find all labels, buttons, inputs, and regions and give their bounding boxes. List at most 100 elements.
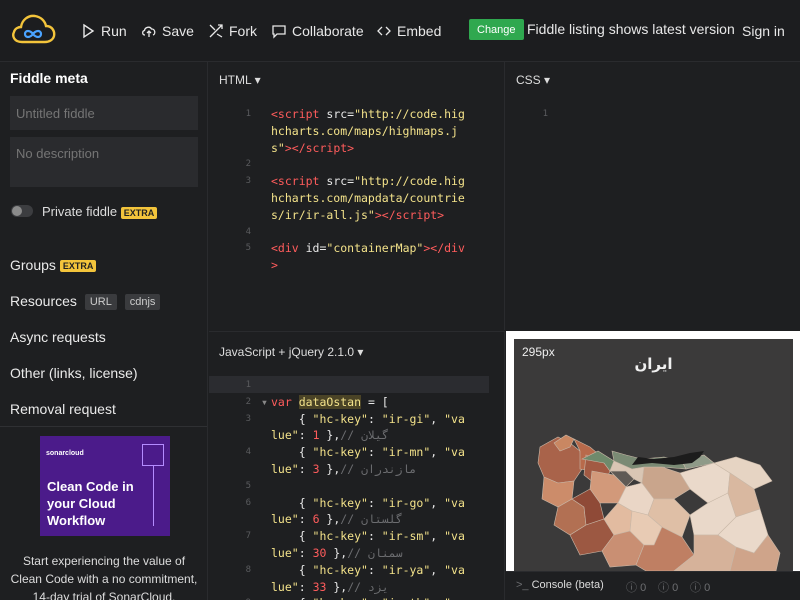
info-count: 0 — [672, 582, 679, 594]
line-number: 2 — [245, 396, 251, 407]
css-title-text: CSS — [516, 73, 541, 87]
line-number: 3 — [245, 413, 251, 424]
line-number: 8 — [245, 564, 251, 575]
ad-caption[interactable]: Start experiencing the value of Clean Co… — [0, 552, 207, 600]
jsfiddle-logo[interactable] — [10, 12, 56, 48]
fork-button[interactable]: Fork — [208, 20, 257, 42]
listing-notice: Fiddle listing shows latest version — [527, 21, 735, 37]
css-panel[interactable]: CSS ▾ 1 — [506, 62, 800, 330]
fiddle-description-input[interactable] — [10, 137, 198, 187]
info-icon: ⓘ — [658, 582, 669, 594]
iran-map[interactable] — [514, 339, 793, 571]
javascript-panel[interactable]: JavaScript + jQuery 2.1.0 ▾ 1 2 ▾ var da… — [209, 331, 505, 600]
sparkle-icon — [142, 444, 164, 466]
js-panel-title[interactable]: JavaScript + jQuery 2.1.0 ▾ — [219, 345, 363, 359]
code-line: lue": 3 },// مازندران — [271, 462, 417, 476]
log-count: 0 — [640, 582, 647, 594]
line-number: 2 — [245, 159, 251, 170]
code-line: > — [271, 258, 278, 273]
info-icon: ⓘ — [626, 582, 637, 594]
code-line: { "hc-key": "ir-th", "va — [271, 595, 465, 600]
result-panel[interactable]: 295px ایران — [506, 331, 800, 571]
ad-caption-line-1: Start experiencing the value of — [22, 554, 186, 568]
play-icon — [83, 23, 95, 39]
top-bar: Run Save Fork Collaborate Embed Change F… — [0, 0, 800, 62]
cdnjs-badge[interactable]: cdnjs — [124, 294, 161, 311]
line-number: 3 — [245, 176, 251, 187]
collaborate-label: Collaborate — [292, 23, 364, 39]
sidebar-item-resources[interactable]: Resources URL cdnjs — [10, 293, 161, 311]
line-number: 1 — [245, 109, 251, 119]
sidebar-item-groups[interactable]: Groups EXTRA — [10, 257, 97, 273]
code-line: s/ir/ir-all.js"></script> — [271, 207, 445, 222]
sonarcloud-ad[interactable]: sonarcloud Clean Code in your Cloud Work… — [40, 436, 170, 536]
code-line: s"></script> — [271, 140, 355, 155]
console-toggle[interactable]: >_ Console (beta) — [516, 579, 604, 591]
fold-arrow-icon[interactable]: ▾ — [261, 394, 268, 411]
console-count-debug[interactable]: ⓘ 0 — [690, 579, 710, 595]
debug-icon: ⓘ — [690, 582, 701, 594]
code-line: { "hc-key": "ir-gi", "va — [271, 411, 465, 426]
chat-icon — [272, 25, 286, 39]
line-number: 6 — [245, 497, 251, 508]
private-toggle[interactable] — [11, 205, 33, 217]
code-line: hcharts.com/mapdata/countrie — [271, 191, 465, 205]
line-number: 5 — [245, 243, 251, 254]
fork-label: Fork — [229, 23, 257, 39]
line-number: 4 — [245, 447, 251, 458]
ad-caption-line-3: 14-day trial of SonarCloud. — [32, 590, 176, 600]
active-line-highlight — [209, 376, 489, 393]
resources-label: Resources — [10, 293, 77, 309]
code-line: { "hc-key": "ir-go", "va — [271, 495, 465, 510]
fiddle-title-input[interactable] — [10, 96, 198, 130]
console-label: Console (beta) — [531, 579, 604, 591]
line-number: 1 — [542, 109, 548, 119]
save-button[interactable]: Save — [141, 20, 194, 42]
code-line: <script src="http://code.hig — [271, 107, 465, 121]
sidebar-item-removal[interactable]: Removal request — [10, 401, 116, 417]
code-line: hcharts.com/maps/highmaps.j — [271, 123, 458, 138]
fork-icon — [209, 24, 223, 38]
save-label: Save — [162, 23, 194, 39]
console-count-info[interactable]: ⓘ 0 — [658, 579, 678, 595]
line-number: 5 — [245, 480, 251, 491]
sidebar-item-other[interactable]: Other (links, license) — [10, 365, 138, 381]
run-button[interactable]: Run — [80, 20, 127, 42]
jsfiddle-app: Run Save Fork Collaborate Embed Change F… — [0, 0, 800, 600]
code-line: var dataOstan = [ — [271, 394, 389, 409]
code-line: <div id="containerMap"></div — [271, 241, 465, 256]
sidebar-item-async[interactable]: Async requests — [10, 329, 106, 345]
groups-label: Groups — [10, 257, 56, 273]
run-label: Run — [101, 23, 127, 39]
html-panel[interactable]: HTML ▾ 1 <script src="http://code.hig hc… — [209, 62, 505, 330]
sign-in-link[interactable]: Sign in — [742, 23, 785, 39]
css-panel-title[interactable]: CSS ▾ — [516, 73, 550, 87]
console-count-log[interactable]: ⓘ 0 — [626, 579, 646, 595]
code-brackets-icon — [377, 26, 391, 36]
private-fiddle-label: Private fiddle EXTRA — [42, 204, 158, 219]
line-number: 9 — [209, 595, 251, 600]
url-badge[interactable]: URL — [84, 294, 117, 311]
private-fiddle-text: Private fiddle — [42, 204, 118, 219]
line-number: 1 — [245, 380, 251, 390]
extra-badge: EXTRA — [120, 206, 158, 219]
embed-button[interactable]: Embed — [376, 20, 441, 42]
map-container[interactable]: 295px ایران — [514, 339, 793, 571]
code-line: lue": 6 },// گلستان — [271, 512, 403, 527]
html-title-text: HTML — [219, 73, 252, 87]
sidebar: Fiddle meta Private fiddle EXTRA Groups … — [0, 62, 208, 600]
embed-label: Embed — [397, 23, 442, 39]
sidebar-divider — [0, 426, 207, 427]
groups-extra-badge: EXTRA — [59, 260, 97, 273]
code-line: <script src="http://code.hig — [271, 174, 465, 189]
collaborate-button[interactable]: Collaborate — [271, 20, 364, 42]
ad-caption-line-2: Clean Code with a no commitment, — [10, 572, 198, 586]
code-line: lue": 33 },// یزد — [271, 579, 389, 594]
console-bar[interactable]: >_ Console (beta) ⓘ 0 ⓘ 0 ⓘ 0 — [506, 571, 800, 600]
line-number: 7 — [245, 531, 251, 542]
ad-decoration — [153, 466, 154, 526]
code-line: { "hc-key": "ir-sm", "va — [271, 529, 465, 544]
cloud-upload-icon — [142, 26, 156, 37]
html-panel-title[interactable]: HTML ▾ — [219, 73, 261, 87]
change-badge[interactable]: Change — [469, 19, 524, 40]
